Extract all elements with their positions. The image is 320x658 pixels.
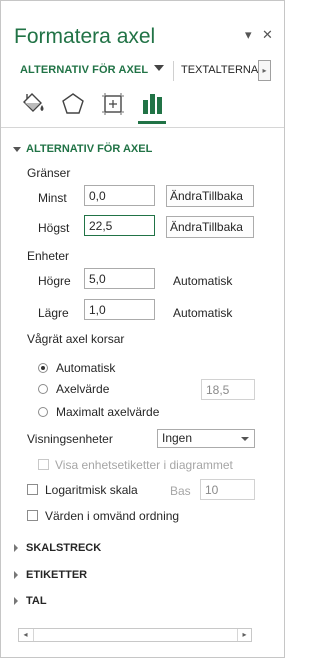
effects-icon[interactable] bbox=[58, 89, 88, 119]
scroll-right-button[interactable]: ▸ bbox=[238, 629, 251, 641]
crosses-value-input[interactable] bbox=[201, 379, 255, 400]
crosses-max-radio[interactable] bbox=[38, 407, 48, 417]
minor-unit-input[interactable] bbox=[84, 299, 155, 320]
minimum-input[interactable] bbox=[84, 185, 155, 206]
scroll-left-button[interactable]: ◂ bbox=[19, 629, 32, 641]
crosses-automatic-label[interactable]: Automatisk bbox=[56, 361, 115, 375]
tab-text-options[interactable]: TEXTALTERNA bbox=[181, 64, 258, 76]
tab-scroll-button[interactable]: ▸ bbox=[258, 60, 271, 81]
axis-crosses-heading: Vågrät axel korsar bbox=[27, 332, 125, 346]
tab-divider bbox=[173, 61, 174, 81]
pane-title: Formatera axel bbox=[14, 25, 156, 48]
crosses-max-label[interactable]: Maximalt axelvärde bbox=[56, 405, 159, 419]
major-unit-label: Högre bbox=[38, 274, 71, 288]
scrollbar-separator bbox=[33, 629, 34, 641]
pane-menu-button[interactable]: ▾ bbox=[245, 27, 252, 43]
maximum-input[interactable] bbox=[84, 215, 155, 236]
chevron-down-icon[interactable] bbox=[154, 65, 164, 71]
horizontal-scrollbar[interactable]: ◂ ▸ bbox=[18, 628, 252, 642]
reverse-order-label[interactable]: Värden i omvänd ordning bbox=[45, 509, 179, 523]
crosses-value-radio[interactable] bbox=[38, 384, 48, 394]
axis-options-icon[interactable] bbox=[138, 89, 168, 119]
minor-unit-label: Lägre bbox=[38, 306, 69, 320]
size-properties-icon[interactable] bbox=[98, 89, 128, 119]
fill-line-icon[interactable] bbox=[18, 89, 48, 119]
crosses-value-label[interactable]: Axelvärde bbox=[56, 382, 109, 396]
units-heading: Enheter bbox=[27, 249, 70, 263]
show-units-label-text: Visa enhetsetiketter i diagrammet bbox=[55, 458, 233, 472]
crosses-automatic-radio[interactable] bbox=[38, 363, 48, 373]
close-button[interactable]: ✕ bbox=[262, 27, 273, 43]
log-scale-label[interactable]: Logaritmisk skala bbox=[45, 483, 138, 497]
tab-axis-options[interactable]: ALTERNATIV FÖR AXEL bbox=[20, 64, 148, 76]
format-axis-pane: Formatera axel ▾ ✕ ALTERNATIV FÖR AXEL T… bbox=[0, 0, 285, 658]
show-units-label-checkbox[interactable] bbox=[38, 459, 49, 470]
reverse-order-checkbox[interactable] bbox=[27, 510, 38, 521]
section-number[interactable]: TAL bbox=[26, 595, 47, 607]
display-units-label: Visningsenheter bbox=[27, 432, 113, 446]
log-base-label: Bas bbox=[170, 484, 191, 498]
chevron-right-icon[interactable] bbox=[14, 597, 18, 605]
display-units-value: Ingen bbox=[162, 431, 193, 445]
minor-unit-auto-label: Automatisk bbox=[173, 306, 233, 320]
maximum-label: Högst bbox=[38, 221, 70, 235]
chevron-down-icon bbox=[241, 437, 249, 441]
log-base-input[interactable] bbox=[200, 479, 255, 500]
section-labels[interactable]: ETIKETTER bbox=[26, 569, 87, 581]
major-unit-auto-label: Automatisk bbox=[173, 274, 233, 288]
log-scale-checkbox[interactable] bbox=[27, 484, 38, 495]
display-units-dropdown[interactable]: Ingen bbox=[157, 429, 255, 448]
active-icon-indicator bbox=[138, 121, 166, 124]
section-tick-marks[interactable]: SKALSTRECK bbox=[26, 542, 101, 554]
bounds-heading: Gränser bbox=[27, 166, 71, 180]
maximum-reset-button[interactable]: ÄndraTillbaka bbox=[166, 216, 254, 238]
chevron-right-icon[interactable] bbox=[14, 571, 18, 579]
minimum-label: Minst bbox=[38, 191, 67, 205]
minimum-reset-button[interactable]: ÄndraTillbaka bbox=[166, 185, 254, 207]
chevron-down-icon[interactable] bbox=[13, 147, 21, 152]
divider bbox=[1, 127, 284, 128]
section-axis-options[interactable]: ALTERNATIV FÖR AXEL bbox=[26, 143, 152, 155]
major-unit-input[interactable] bbox=[84, 268, 155, 289]
chevron-right-icon[interactable] bbox=[14, 544, 18, 552]
